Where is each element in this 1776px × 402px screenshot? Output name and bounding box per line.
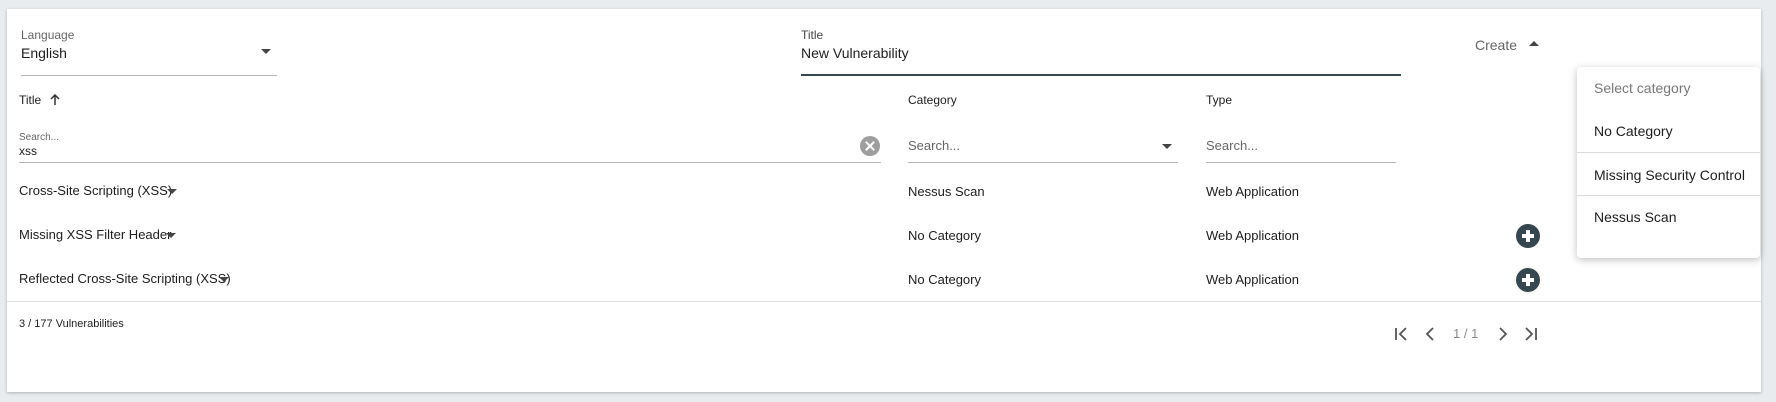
caret-up-icon	[1529, 41, 1539, 46]
language-underline	[21, 75, 277, 76]
arrow-up-icon	[50, 94, 60, 105]
category-filter-select[interactable]: Search...	[908, 129, 1178, 163]
header-title-label: Title	[19, 93, 42, 107]
row-category: No Category	[908, 272, 981, 287]
table-footer-divider	[7, 301, 1761, 302]
table-row[interactable]: Reflected Cross-Site Scripting (XSS) No …	[7, 257, 1761, 301]
header-category[interactable]: Category	[908, 93, 957, 107]
row-type: Web Application	[1206, 184, 1299, 199]
menu-placeholder: Select category	[1594, 80, 1691, 96]
last-page-icon[interactable]	[1520, 323, 1542, 345]
chevron-left-icon[interactable]	[1420, 323, 1442, 345]
vulnerability-count: 3 / 177 Vulnerabilities	[19, 318, 124, 330]
table-row[interactable]: Cross-Site Scripting (XSS) Nessus Scan W…	[7, 169, 1761, 213]
title-search-underline	[19, 162, 881, 163]
category-filter-placeholder: Search...	[908, 138, 961, 153]
type-filter-select[interactable]: Search...	[1206, 129, 1396, 163]
row-title: Cross-Site Scripting (XSS)	[19, 183, 173, 198]
table-row[interactable]: Missing XSS Filter Header No Category We…	[7, 213, 1761, 257]
type-filter-placeholder: Search...	[1206, 138, 1259, 153]
row-category: No Category	[908, 228, 981, 243]
create-label: Create	[1475, 37, 1518, 53]
title-search-field[interactable]: Search... xss	[19, 129, 881, 163]
category-dropdown-menu: Select category No Category Missing Secu…	[1577, 67, 1760, 258]
language-value: English	[21, 45, 67, 61]
page-indicator: 1 / 1	[1453, 326, 1479, 341]
menu-divider	[1577, 195, 1760, 196]
title-label: Title	[801, 28, 824, 42]
header-title[interactable]: Title	[19, 93, 79, 111]
row-type: Web Application	[1206, 228, 1299, 243]
category-filter-underline	[908, 162, 1178, 163]
row-category: Nessus Scan	[908, 184, 985, 199]
caret-down-icon	[261, 49, 271, 54]
title-search-value: xss	[19, 144, 37, 158]
title-underline	[801, 74, 1401, 76]
create-button[interactable]: Create	[1471, 35, 1551, 57]
language-label: Language	[21, 28, 75, 42]
type-filter-underline	[1206, 162, 1396, 163]
caret-down-icon[interactable]	[167, 189, 177, 194]
row-title: Reflected Cross-Site Scripting (XSS)	[19, 271, 231, 286]
caret-down-icon[interactable]	[219, 277, 229, 282]
header-type[interactable]: Type	[1206, 93, 1232, 107]
clear-icon[interactable]	[860, 136, 880, 156]
first-page-icon[interactable]	[1390, 323, 1412, 345]
menu-option-missing-security-control[interactable]: Missing Security Control	[1577, 167, 1760, 183]
caret-down-icon	[1162, 144, 1172, 149]
menu-option-nessus-scan[interactable]: Nessus Scan	[1577, 209, 1760, 225]
title-search-label: Search...	[19, 132, 60, 143]
vulnerabilities-panel: Language English Title New Vulnerability…	[7, 9, 1761, 392]
caret-down-icon[interactable]	[166, 233, 176, 238]
plus-circle-icon[interactable]	[1516, 268, 1540, 292]
chevron-right-icon[interactable]	[1491, 323, 1513, 345]
plus-circle-icon[interactable]	[1516, 224, 1540, 248]
title-field[interactable]: Title New Vulnerability	[801, 25, 1401, 77]
menu-option-no-category[interactable]: No Category	[1577, 123, 1760, 139]
menu-divider	[1577, 152, 1760, 153]
language-select[interactable]: Language English	[21, 25, 277, 77]
row-title: Missing XSS Filter Header	[19, 227, 172, 242]
row-type: Web Application	[1206, 272, 1299, 287]
title-input-value: New Vulnerability	[801, 45, 909, 61]
